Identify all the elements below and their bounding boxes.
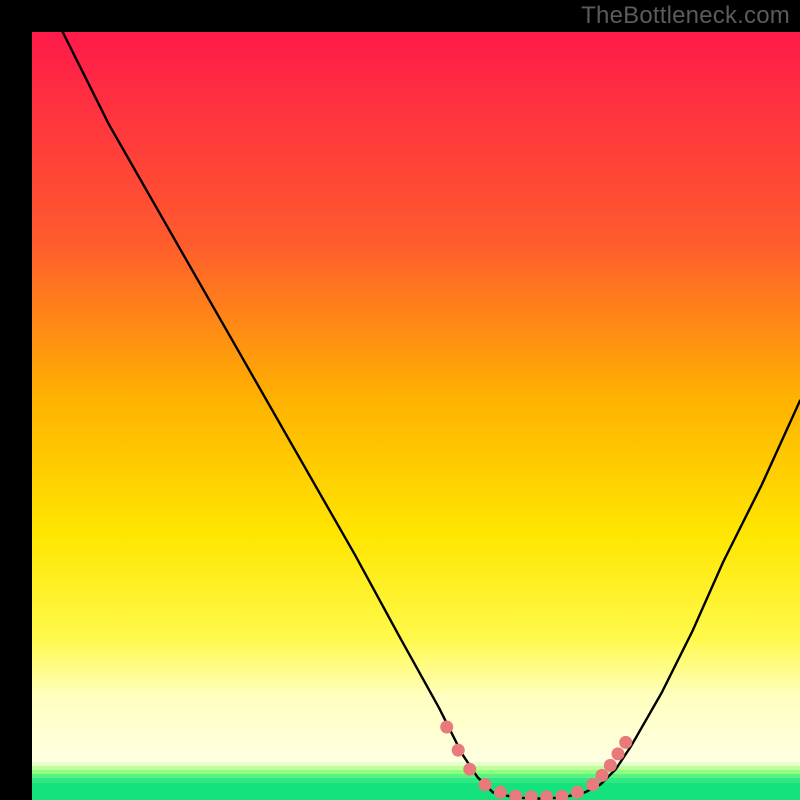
optimal-dot bbox=[479, 778, 492, 791]
optimal-dot bbox=[494, 786, 507, 799]
green-band bbox=[32, 778, 800, 783]
green-band bbox=[32, 783, 800, 800]
chart-frame: TheBottleneck.com bbox=[0, 0, 800, 800]
optimal-dot bbox=[595, 769, 608, 782]
optimal-dot bbox=[619, 736, 632, 749]
bottleneck-chart bbox=[0, 0, 800, 800]
optimal-dot bbox=[463, 763, 476, 776]
green-band bbox=[32, 770, 800, 774]
optimal-dot bbox=[440, 721, 453, 734]
green-band bbox=[32, 774, 800, 778]
heat-gradient bbox=[32, 32, 800, 770]
optimal-dot bbox=[612, 747, 625, 760]
green-band bbox=[32, 766, 800, 770]
green-band bbox=[32, 762, 800, 766]
watermark-text: TheBottleneck.com bbox=[581, 2, 790, 30]
optimal-dot bbox=[586, 778, 599, 791]
plot-area bbox=[32, 32, 800, 800]
optimal-dot bbox=[571, 786, 584, 799]
optimal-dot bbox=[604, 759, 617, 772]
optimal-dot bbox=[452, 744, 465, 757]
